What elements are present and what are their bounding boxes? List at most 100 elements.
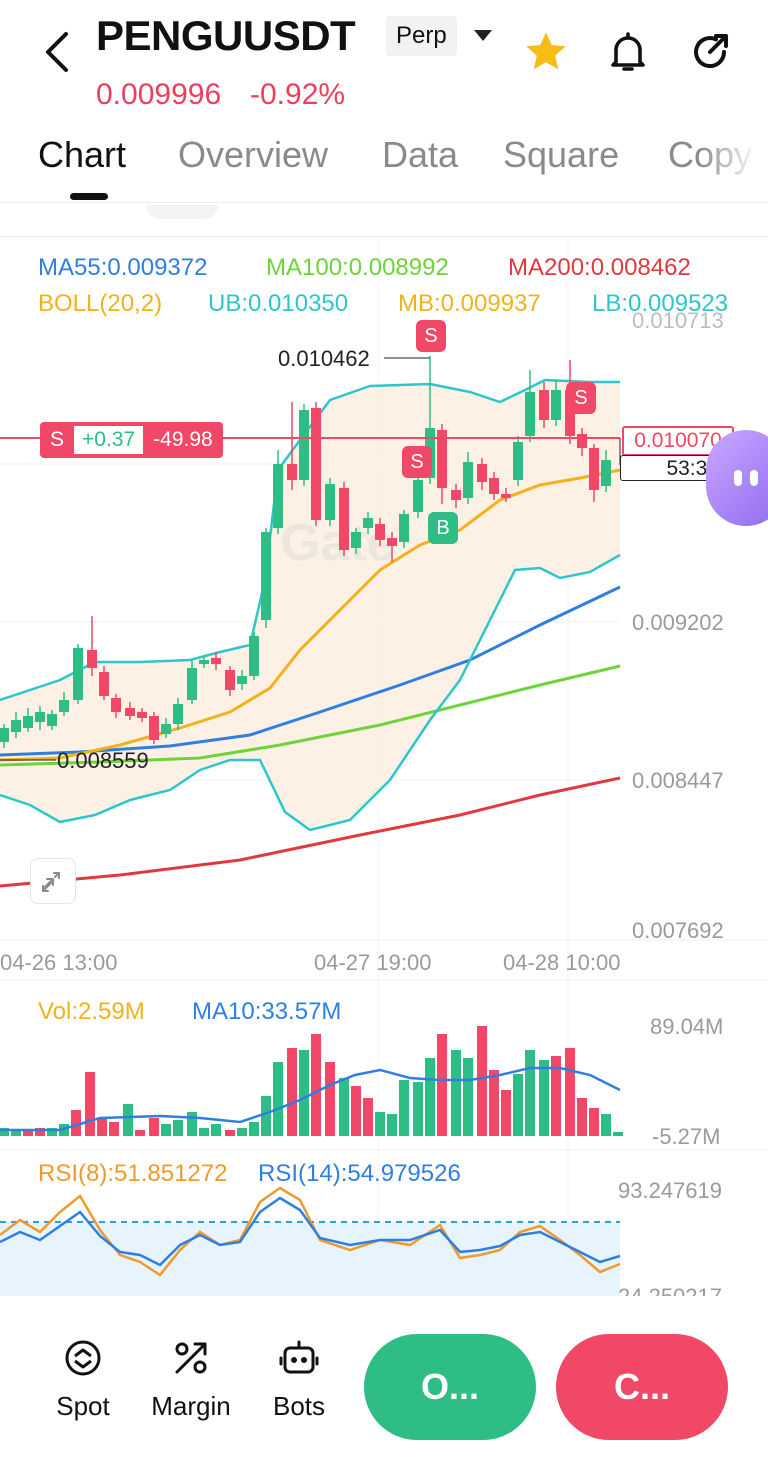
ma200-legend: MA200:0.008462 <box>508 254 691 281</box>
price-axis-label: 0.007692 <box>632 918 724 943</box>
tab-chart[interactable]: Chart <box>38 134 126 176</box>
volume-bar <box>525 1050 535 1136</box>
candle-body <box>73 648 83 700</box>
candle-body <box>413 480 423 512</box>
volume-bar <box>161 1124 171 1136</box>
last-price: 0.009996 <box>96 78 222 111</box>
candle-body <box>551 390 561 420</box>
boll-legend: BOLL(20,2) <box>38 290 163 317</box>
timeframe-pill-remnant <box>146 205 218 219</box>
chevron-left-icon <box>46 32 68 72</box>
expand-icon <box>42 872 60 892</box>
ma55-legend: MA55:0.009372 <box>38 254 208 281</box>
volume-bar <box>489 1070 499 1136</box>
candle-body <box>87 650 97 668</box>
volume-bar <box>135 1130 145 1136</box>
candle-body <box>23 716 33 728</box>
share-icon[interactable] <box>686 28 734 76</box>
back-button[interactable] <box>38 30 78 74</box>
time-axis-label: 04-26 13:00 <box>0 950 118 975</box>
watermark: Gate <box>280 514 396 572</box>
position-badge[interactable]: S +0.37 -49.98 <box>40 422 223 458</box>
active-tab-indicator <box>70 193 108 200</box>
low-price-label: 0.008559 <box>57 748 149 773</box>
volume-bar <box>273 1062 283 1136</box>
position-pnl: +0.37 <box>74 426 144 454</box>
candle-body <box>261 532 271 620</box>
candle-body <box>125 708 135 716</box>
assistant-floating-button[interactable] <box>706 430 768 526</box>
open-position-button[interactable]: O... <box>364 1334 536 1440</box>
candle-body <box>59 700 69 712</box>
candle-body <box>237 676 247 684</box>
volume-bar <box>339 1078 349 1136</box>
volume-bar <box>149 1118 159 1136</box>
volume-bar <box>375 1112 385 1136</box>
volume-bar <box>539 1060 549 1136</box>
tab-overview[interactable]: Overview <box>178 134 328 176</box>
tab-data[interactable]: Data <box>382 134 458 176</box>
volume-bar <box>123 1104 133 1136</box>
volume-bar <box>613 1132 623 1136</box>
volume-bar <box>601 1114 611 1136</box>
candle-body <box>225 670 235 690</box>
candle-body <box>399 514 409 542</box>
close-position-button[interactable]: C... <box>556 1334 728 1440</box>
volume-bar <box>589 1108 599 1136</box>
volume-bar <box>477 1026 487 1136</box>
candle-body <box>339 488 349 550</box>
favorite-star-icon[interactable] <box>522 28 570 76</box>
volume-bar <box>199 1128 209 1136</box>
candle-body <box>0 728 9 742</box>
caret-down-icon[interactable] <box>474 30 492 41</box>
sell-marker[interactable]: S <box>402 446 432 478</box>
buy-marker[interactable]: B <box>428 512 458 544</box>
candle-body <box>35 712 45 722</box>
sell-marker[interactable]: S <box>416 320 446 352</box>
margin-icon <box>175 1342 207 1374</box>
high-price-label: 0.010462 <box>278 346 370 371</box>
volume-bar <box>387 1114 397 1136</box>
bell-icon[interactable] <box>604 28 652 76</box>
position-side: S <box>50 428 65 451</box>
change-percent: -0.92% <box>250 78 346 111</box>
tabs-divider <box>0 202 768 203</box>
volume-bar <box>463 1058 473 1136</box>
price-axis-label: 0.009202 <box>632 610 724 635</box>
candle-body <box>249 636 259 676</box>
candle-body <box>99 672 109 696</box>
volume-bar <box>249 1122 259 1136</box>
spot-icon <box>65 1340 101 1376</box>
volume-bar <box>501 1090 511 1136</box>
volume-axis-top: 89.04M <box>650 1014 724 1039</box>
volume-axis-bottom: -5.27M <box>652 1124 721 1149</box>
fullscreen-button[interactable] <box>30 858 76 904</box>
candle-body <box>47 714 57 726</box>
candle-body <box>387 538 397 546</box>
tabs-fade <box>700 104 768 204</box>
tab-square[interactable]: Square <box>503 134 619 176</box>
nav-bots[interactable]: Bots <box>254 1336 344 1422</box>
volume-bar <box>413 1082 423 1136</box>
nav-margin[interactable]: Margin <box>146 1336 236 1422</box>
rsi-axis-top: 93.247619 <box>618 1178 722 1203</box>
volume-bar <box>85 1072 95 1136</box>
candle-body <box>477 464 487 482</box>
rsi8-legend: RSI(8):51.851272 <box>38 1160 228 1187</box>
candle-body <box>351 532 361 548</box>
candle-body <box>11 720 21 732</box>
candle-body <box>589 448 599 490</box>
volume-bar <box>363 1098 373 1136</box>
volume-bar <box>173 1120 183 1136</box>
candle-body <box>161 724 171 734</box>
candle-body <box>577 434 587 448</box>
sell-marker[interactable]: S <box>566 382 596 414</box>
robot-icon <box>279 1340 319 1374</box>
candle-body <box>111 698 121 712</box>
candle-body <box>273 464 283 528</box>
candle-body <box>501 494 511 498</box>
nav-spot[interactable]: Spot <box>38 1336 128 1422</box>
contract-type-badge[interactable]: Perp <box>386 16 457 56</box>
boll-ub-legend: UB:0.010350 <box>208 290 349 317</box>
volume-bar <box>351 1086 361 1136</box>
